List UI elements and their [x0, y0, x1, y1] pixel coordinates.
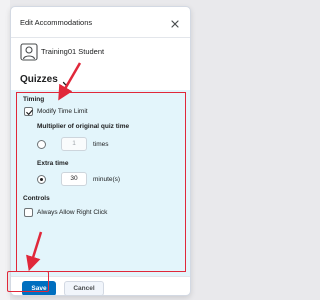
dialog-header: Edit Accommodations: [20, 16, 181, 30]
background-page: [0, 0, 10, 300]
section-title: Quizzes: [20, 73, 58, 85]
multiplier-heading: Multiplier of original quiz time: [37, 123, 130, 130]
cancel-button[interactable]: Cancel: [64, 281, 104, 295]
extra-time-radio[interactable]: [37, 175, 46, 184]
dialog-title: Edit Accommodations: [20, 18, 93, 27]
multiplier-radio[interactable]: [37, 140, 46, 149]
right-click-checkbox[interactable]: [24, 208, 33, 217]
right-click-label: Always Allow Right Click: [37, 209, 108, 216]
multiplier-unit: times: [93, 141, 109, 148]
modify-time-limit-checkbox[interactable]: [24, 107, 33, 116]
controls-heading: Controls: [23, 195, 50, 202]
close-icon[interactable]: [169, 17, 181, 29]
quizzes-section-toggle[interactable]: Quizzes: [20, 71, 70, 87]
timing-heading: Timing: [23, 96, 45, 103]
chevron-down-icon: [62, 75, 70, 87]
quizzes-panel: Timing Modify Time Limit Multiplier of o…: [11, 90, 190, 276]
extra-time-heading: Extra time: [37, 160, 69, 167]
user-icon: [20, 43, 38, 61]
multiplier-input[interactable]: 1: [61, 137, 87, 151]
user-name: Training01 Student: [41, 47, 105, 56]
edit-accommodations-dialog: Edit Accommodations Training01 Student Q…: [10, 6, 191, 296]
save-highlight-box: [7, 271, 49, 292]
user-row: Training01 Student: [20, 43, 181, 63]
modify-time-limit-label: Modify Time Limit: [37, 108, 88, 115]
extra-time-unit: minute(s): [93, 176, 121, 183]
extra-time-input[interactable]: 30: [61, 172, 87, 186]
header-divider: [11, 37, 190, 38]
